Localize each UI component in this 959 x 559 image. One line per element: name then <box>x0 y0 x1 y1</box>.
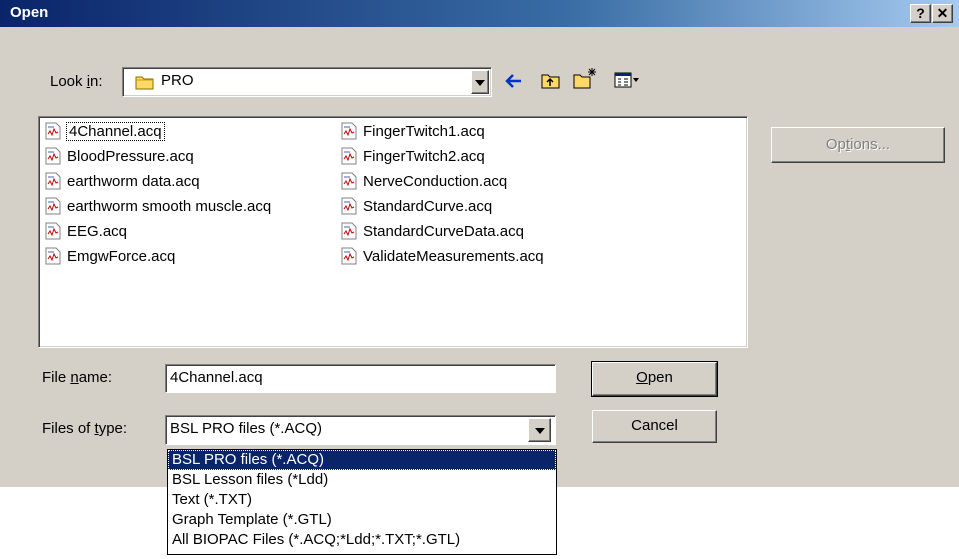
new-folder-icon[interactable] <box>573 67 597 93</box>
file-type-dropdown-list[interactable]: BSL PRO files (*.ACQ) BSL Lesson files (*… <box>167 449 557 555</box>
acq-file-icon <box>45 247 61 265</box>
file-name-text: BloodPressure.acq <box>67 148 194 166</box>
chevron-down-icon <box>535 428 545 434</box>
file-list-item[interactable]: NerveConduction.acq <box>341 171 507 193</box>
window-title: Open <box>10 4 49 21</box>
file-type-option[interactable]: BSL Lesson files (*Ldd) <box>168 470 556 490</box>
acq-file-icon <box>45 122 61 140</box>
look-in-value: PRO <box>161 72 194 89</box>
options-button[interactable]: Options... <box>771 127 945 163</box>
file-name-text: EmgwForce.acq <box>67 248 176 266</box>
file-list-item[interactable]: 4Channel.acq <box>45 121 165 143</box>
file-type-option[interactable]: BSL PRO files (*.ACQ) <box>168 450 556 470</box>
file-type-option[interactable]: Text (*.TXT) <box>168 490 556 510</box>
look-in-label: Look in: <box>50 73 103 90</box>
file-list-item[interactable]: StandardCurveData.acq <box>341 221 524 243</box>
help-button[interactable]: ? <box>910 4 931 23</box>
file-type-option[interactable]: Graph Template (*.GTL) <box>168 510 556 530</box>
acq-file-icon <box>341 147 357 165</box>
look-in-dropdown-button[interactable] <box>471 70 489 94</box>
file-name-text: ValidateMeasurements.acq <box>363 248 544 266</box>
file-name-text: FingerTwitch2.acq <box>363 148 485 166</box>
file-name-text: 4Channel.acq <box>66 122 165 142</box>
acq-file-icon <box>341 222 357 240</box>
file-name-text: NerveConduction.acq <box>363 173 508 191</box>
file-type-label: Files of type: <box>42 420 128 437</box>
file-list-item[interactable]: EmgwForce.acq <box>45 246 175 268</box>
file-list-item[interactable]: earthworm smooth muscle.acq <box>45 196 271 218</box>
file-list-item[interactable]: ValidateMeasurements.acq <box>341 246 544 268</box>
file-type-select[interactable]: BSL PRO files (*.ACQ) <box>165 415 556 445</box>
file-type-option[interactable]: All BIOPAC Files (*.ACQ;*Ldd;*.TXT;*.GTL… <box>168 530 556 550</box>
file-name-text: FingerTwitch1.acq <box>363 123 485 141</box>
file-name-text: earthworm smooth muscle.acq <box>67 198 272 216</box>
folder-icon <box>135 74 155 94</box>
file-type-value: BSL PRO files (*.ACQ) <box>170 420 322 437</box>
cancel-button[interactable]: Cancel <box>592 410 717 443</box>
chevron-down-icon <box>475 80 485 86</box>
file-list[interactable]: 4Channel.acq BloodPressure.acq earthworm d… <box>38 116 748 348</box>
file-name-input[interactable]: 4Channel.acq <box>165 364 556 393</box>
acq-file-icon <box>45 197 61 215</box>
file-type-dropdown-button[interactable] <box>528 418 551 442</box>
file-name-text: earthworm data.acq <box>67 173 200 191</box>
acq-file-icon <box>341 122 357 140</box>
look-in-combo[interactable]: PRO <box>122 67 492 97</box>
view-menu-icon[interactable] <box>614 72 640 92</box>
acq-file-icon <box>341 197 357 215</box>
file-name-text: EEG.acq <box>67 223 128 241</box>
acq-file-icon <box>45 222 61 240</box>
file-list-item[interactable]: earthworm data.acq <box>45 171 200 193</box>
open-button[interactable]: Open <box>591 361 718 397</box>
up-folder-icon[interactable] <box>541 71 561 93</box>
open-dialog: Open ? ✕ Look in: PRO 4Channel.acq Blood… <box>0 0 959 487</box>
close-button[interactable]: ✕ <box>932 4 953 23</box>
file-list-item[interactable]: StandardCurve.acq <box>341 196 492 218</box>
file-name-text: StandardCurveData.acq <box>363 223 524 241</box>
file-name-label: File name: <box>42 369 113 386</box>
acq-file-icon <box>45 172 61 190</box>
back-arrow-icon[interactable] <box>505 73 523 93</box>
file-list-item[interactable]: FingerTwitch1.acq <box>341 121 485 143</box>
title-bar[interactable]: Open ? ✕ <box>0 0 959 27</box>
acq-file-icon <box>45 147 61 165</box>
file-list-item[interactable]: EEG.acq <box>45 221 127 243</box>
file-list-item[interactable]: FingerTwitch2.acq <box>341 146 485 168</box>
file-list-item[interactable]: BloodPressure.acq <box>45 146 194 168</box>
file-name-text: StandardCurve.acq <box>363 198 493 216</box>
acq-file-icon <box>341 172 357 190</box>
acq-file-icon <box>341 247 357 265</box>
